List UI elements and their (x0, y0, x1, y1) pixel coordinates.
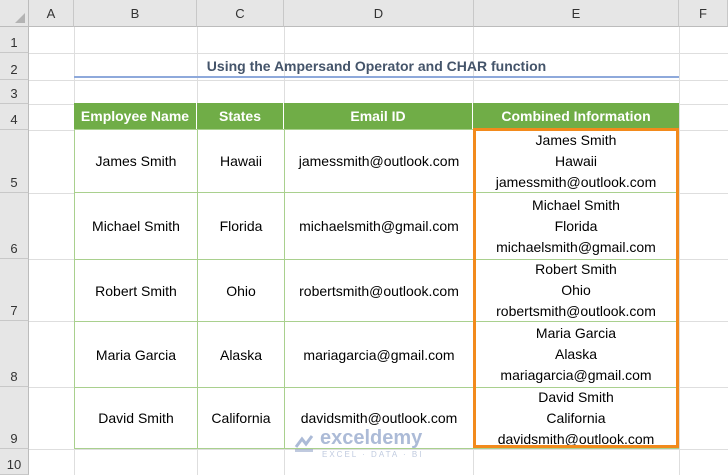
cell-state[interactable]: Florida (197, 192, 285, 260)
row-header-10[interactable]: 10 (0, 449, 29, 475)
header-states[interactable]: States (197, 103, 284, 129)
cell-state[interactable]: Hawaii (197, 129, 285, 193)
row-header-4[interactable]: 4 (0, 104, 29, 130)
column-header-b[interactable]: B (74, 0, 197, 27)
row-header-9[interactable]: 9 (0, 387, 29, 449)
cell-email[interactable]: jamessmith@outlook.com (284, 129, 474, 193)
sheet-title[interactable]: Using the Ampersand Operator and CHAR fu… (74, 54, 679, 78)
cell-state[interactable]: Ohio (197, 259, 285, 322)
cell-state[interactable]: California (197, 387, 285, 449)
header-email-id[interactable]: Email ID (284, 103, 473, 129)
exceldemy-logo-icon (294, 435, 314, 452)
watermark-tagline: EXCEL · DATA · BI (322, 450, 424, 459)
select-all-corner[interactable] (0, 0, 29, 27)
watermark-name: exceldemy (320, 427, 423, 449)
cell-employee-name[interactable]: David Smith (74, 387, 198, 449)
cell-employee-name[interactable]: Maria Garcia (74, 321, 198, 388)
exceldemy-watermark: exceldemy EXCEL · DATA · BI (292, 425, 442, 465)
cell-email[interactable]: robertsmith@outlook.com (284, 259, 474, 322)
column-header-d[interactable]: D (284, 0, 474, 27)
header-combined-information[interactable]: Combined Information (473, 103, 679, 129)
cell-employee-name[interactable]: Michael Smith (74, 192, 198, 260)
cell-email[interactable]: michaelsmith@gmail.com (284, 192, 474, 260)
selection-highlight-border (473, 128, 679, 448)
row-header-3[interactable]: 3 (0, 80, 29, 104)
title-underline (74, 76, 679, 78)
header-employee-name[interactable]: Employee Name (74, 103, 197, 129)
column-header-e[interactable]: E (474, 0, 679, 27)
column-header-c[interactable]: C (197, 0, 284, 27)
cell-email[interactable]: mariagarcia@gmail.com (284, 321, 474, 388)
row-header-6[interactable]: 6 (0, 193, 29, 259)
gridline (679, 27, 680, 475)
cell-employee-name[interactable]: Robert Smith (74, 259, 198, 322)
row-header-1[interactable]: 1 (0, 27, 29, 53)
cell-employee-name[interactable]: James Smith (74, 129, 198, 193)
row-header-7[interactable]: 7 (0, 259, 29, 321)
column-header-a[interactable]: A (29, 0, 74, 27)
cell-state[interactable]: Alaska (197, 321, 285, 388)
row-header-8[interactable]: 8 (0, 321, 29, 387)
row-header-2[interactable]: 2 (0, 53, 29, 80)
gridline (29, 80, 728, 81)
row-header-5[interactable]: 5 (0, 130, 29, 193)
column-header-f[interactable]: F (679, 0, 728, 27)
